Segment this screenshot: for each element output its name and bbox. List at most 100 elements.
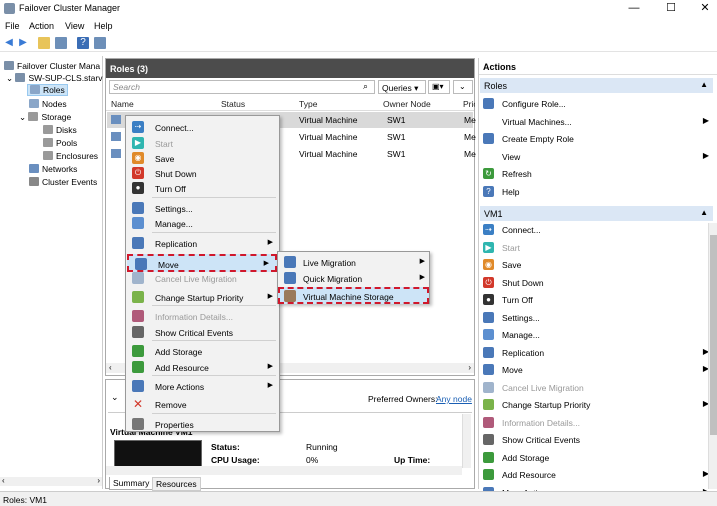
menu-item-properties[interactable]: Properties — [126, 416, 279, 432]
action-save[interactable]: ◉ Save — [483, 256, 709, 273]
collapse-detail-icon[interactable]: ⌄ — [111, 392, 119, 403]
scroll-left-icon[interactable]: ‹ — [2, 476, 5, 485]
menu-item-add-resource[interactable]: Add Resource ▶ — [126, 359, 279, 375]
app-icon — [4, 3, 15, 14]
shutdown-icon: ⏻ — [132, 167, 144, 179]
menu-item-more-actions[interactable]: More Actions ▶ — [126, 378, 279, 394]
column-type[interactable]: Type — [299, 99, 317, 109]
action-configure-role[interactable]: Configure Role... — [483, 95, 709, 112]
close-button[interactable]: ✕ — [698, 2, 712, 14]
scroll-right-icon[interactable]: › — [97, 476, 100, 485]
shutdown-icon: ⏻ — [483, 276, 494, 288]
scroll-left-icon[interactable]: ‹ — [109, 363, 112, 372]
tree-item-roles[interactable]: Roles — [27, 84, 68, 96]
tab-resources[interactable]: Resources — [152, 477, 201, 491]
vm1-actions-header[interactable]: VM1 ▲ — [480, 206, 713, 221]
search-icon[interactable]: ⌕ — [363, 81, 368, 92]
menu-item-save[interactable]: ◉ Save — [126, 150, 279, 166]
up-folder-icon[interactable] — [38, 37, 50, 49]
column-name[interactable]: Name — [111, 99, 134, 109]
queries-button[interactable]: Queries ▾ — [378, 80, 426, 94]
action-add-storage[interactable]: Add Storage — [483, 449, 709, 466]
detail-horizontal-scrollbar[interactable] — [106, 466, 462, 475]
menu-item-remove[interactable]: ✕ Remove — [126, 396, 279, 412]
menu-view[interactable]: View — [65, 21, 84, 31]
scroll-thumb[interactable] — [710, 235, 717, 435]
tree-item-nodes[interactable]: Nodes — [29, 99, 67, 109]
action-move[interactable]: Move ▶ — [483, 361, 709, 378]
column-status[interactable]: Status — [221, 99, 245, 109]
menu-action[interactable]: Action — [29, 21, 54, 31]
any-node-link[interactable]: Any node — [436, 394, 472, 404]
collapse-icon[interactable]: ▲ — [700, 208, 708, 217]
move-icon — [483, 364, 494, 375]
create-role-icon — [483, 133, 494, 144]
tree-item-cluster-events[interactable]: Cluster Events — [29, 177, 97, 187]
status-value: Running — [306, 442, 338, 452]
column-priority[interactable]: Prio — [463, 99, 475, 109]
tree-root[interactable]: Failover Cluster Mana — [4, 61, 100, 71]
menu-item-shut-down[interactable]: ⏻ Shut Down — [126, 165, 279, 181]
collapse-button[interactable]: ⌄ — [453, 80, 473, 94]
action-refresh[interactable]: ↻ Refresh — [483, 165, 709, 182]
menu-item-quick-migration[interactable]: Quick Migration ▶ — [278, 270, 431, 286]
save-query-button[interactable]: ▣▾ — [428, 80, 450, 94]
forward-icon[interactable]: ▶ — [17, 37, 29, 49]
action-virtual-machines[interactable]: Virtual Machines... ▶ — [483, 113, 709, 130]
menu-item-add-storage[interactable]: Add Storage — [126, 343, 279, 359]
back-icon[interactable]: ◀ — [3, 37, 15, 49]
roles-actions-header[interactable]: Roles ▲ — [480, 78, 713, 93]
menu-item-replication[interactable]: Replication ▶ — [126, 235, 279, 251]
menu-item-virtual-machine-storage[interactable]: Virtual Machine Storage — [278, 287, 429, 304]
tree-item-disks[interactable]: Disks — [43, 125, 77, 135]
menu-separator — [152, 197, 276, 198]
column-owner-node[interactable]: Owner Node — [383, 99, 431, 109]
tree-item-enclosures[interactable]: Enclosures — [43, 151, 98, 161]
action-settings[interactable]: Settings... — [483, 309, 709, 326]
maximize-button[interactable]: ☐ — [664, 2, 678, 14]
column-header-divider — [106, 110, 474, 111]
tab-summary[interactable]: Summary — [109, 477, 154, 490]
menu-item-change-startup-priority[interactable]: Change Startup Priority ▶ — [126, 289, 279, 305]
vm-icon — [111, 115, 121, 124]
cpu-usage-label: CPU Usage: — [211, 455, 260, 465]
tree-item-storage[interactable]: ⌄ Storage — [19, 112, 71, 123]
tree-cluster[interactable]: ⌄ SW-SUP-CLS.starv — [6, 73, 102, 84]
menu-file[interactable]: File — [5, 21, 20, 31]
properties-icon — [132, 418, 144, 430]
detail-vertical-scrollbar[interactable] — [462, 414, 471, 468]
action-manage[interactable]: Manage... — [483, 326, 709, 343]
action-connect[interactable]: ⇢ Connect... — [483, 221, 709, 238]
menu-help[interactable]: Help — [94, 21, 113, 31]
actions-vertical-scrollbar[interactable] — [708, 223, 717, 489]
tree-scrollbar[interactable]: ‹ › — [0, 476, 102, 486]
tree-item-pools[interactable]: Pools — [43, 138, 77, 148]
menu-item-settings[interactable]: Settings... — [126, 200, 279, 216]
console-tree-icon[interactable] — [55, 37, 67, 49]
action-show-critical-events[interactable]: Show Critical Events — [483, 431, 709, 448]
menu-item-show-critical-events[interactable]: Show Critical Events — [126, 324, 279, 340]
search-input[interactable]: Search — [109, 80, 375, 94]
action-replication[interactable]: Replication ▶ — [483, 344, 709, 361]
menu-item-manage[interactable]: Manage... — [126, 215, 279, 231]
menu-item-live-migration[interactable]: Live Migration ▶ — [278, 254, 431, 270]
action-create-empty-role[interactable]: Create Empty Role — [483, 130, 709, 147]
submenu-arrow-icon: ▶ — [419, 258, 425, 265]
menu-separator — [152, 305, 276, 306]
action-add-resource[interactable]: Add Resource ▶ — [483, 466, 709, 483]
collapse-icon[interactable]: ▲ — [700, 80, 708, 89]
action-shut-down[interactable]: ⏻ Shut Down — [483, 274, 709, 291]
action-turn-off[interactable]: ● Turn Off — [483, 291, 709, 308]
menu-item-connect[interactable]: ⇢ Connect... — [126, 119, 279, 135]
scroll-right-icon[interactable]: › — [468, 363, 471, 372]
menu-item-turn-off[interactable]: ● Turn Off — [126, 180, 279, 196]
action-help[interactable]: ? Help — [483, 183, 709, 200]
start-icon: ▶ — [132, 137, 144, 149]
help-icon[interactable]: ? — [77, 37, 89, 49]
show-action-pane-icon[interactable] — [94, 37, 106, 49]
minimize-button[interactable]: — — [627, 2, 641, 14]
action-view[interactable]: View ▶ — [483, 148, 709, 165]
tree-item-networks[interactable]: Networks — [29, 164, 77, 174]
turnoff-icon: ● — [483, 294, 494, 305]
action-change-startup-priority[interactable]: Change Startup Priority ▶ — [483, 396, 709, 413]
